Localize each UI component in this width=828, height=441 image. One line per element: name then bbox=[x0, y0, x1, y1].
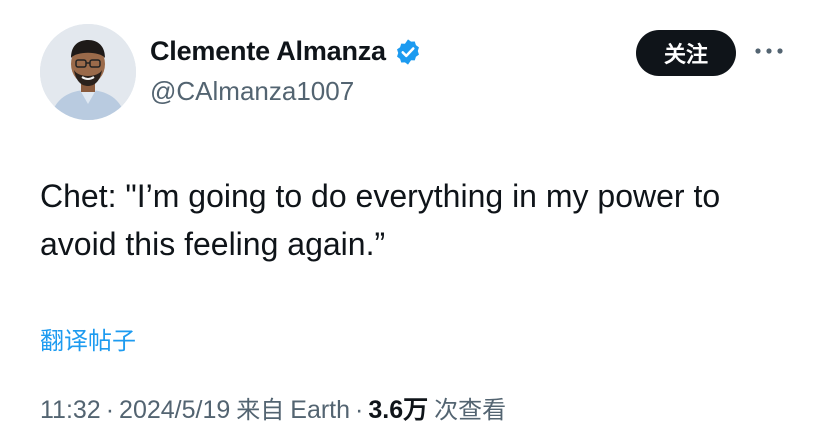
author-handle[interactable]: @CAlmanza1007 bbox=[150, 76, 354, 107]
translate-post-link[interactable]: 翻译帖子 bbox=[40, 321, 136, 356]
tweet-metadata: 11:32 · 2024/5/19 来自 Earth · 3.6万 次查看 bbox=[40, 390, 506, 426]
tweet-text: Chet: "I’m going to do everything in my … bbox=[40, 178, 721, 262]
source-prefix: 来自 bbox=[236, 396, 285, 424]
separator-dot: · bbox=[355, 396, 364, 424]
verified-badge-icon bbox=[396, 38, 419, 65]
views-count[interactable]: 3.6万 bbox=[368, 390, 428, 426]
avatar[interactable] bbox=[40, 24, 136, 120]
author-display-name[interactable]: Clemente Almanza bbox=[150, 36, 386, 67]
follow-button[interactable]: 关注 bbox=[636, 30, 736, 76]
separator-dot: · bbox=[105, 396, 115, 424]
more-options-button[interactable] bbox=[752, 36, 786, 66]
author-name-row[interactable]: Clemente Almanza bbox=[150, 36, 422, 67]
tweet-time[interactable]: 11:32 bbox=[40, 396, 101, 425]
views-label: 次查看 bbox=[434, 396, 507, 424]
more-horizontal-icon bbox=[755, 48, 783, 54]
tweet-source: Earth bbox=[290, 396, 351, 424]
tweet-date[interactable]: 2024/5/19 bbox=[119, 396, 230, 425]
avatar-image bbox=[40, 24, 136, 120]
